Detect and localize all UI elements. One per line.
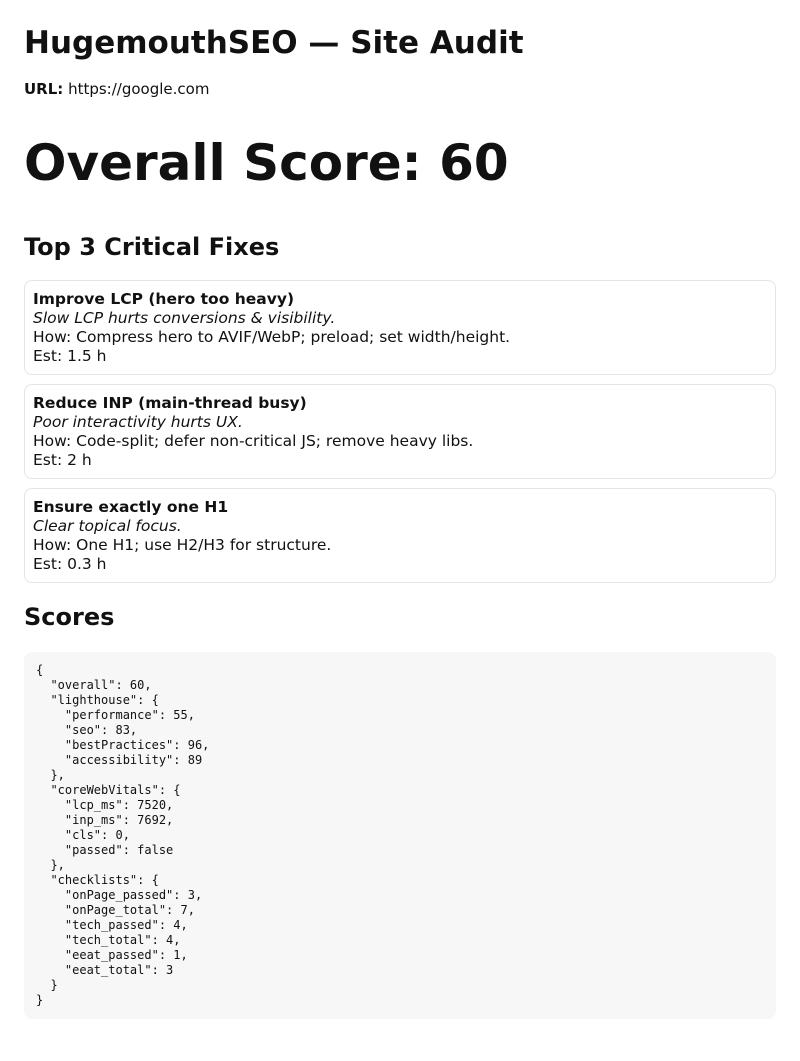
url-line: URL: https://google.com xyxy=(24,78,776,100)
fix-how: How: Compress hero to AVIF/WebP; preload… xyxy=(33,328,511,346)
url-label: URL: xyxy=(24,80,64,98)
critical-fixes-heading: Top 3 Critical Fixes xyxy=(24,233,280,261)
scores-heading: Scores xyxy=(24,603,115,631)
scores-json-block: { "overall": 60, "lighthouse": { "perfor… xyxy=(24,652,776,1019)
fix-estimate: Est: 1.5 h xyxy=(33,347,107,365)
fix-reason: Poor interactivity hurts UX. xyxy=(33,413,243,431)
url-value: https://google.com xyxy=(68,80,210,98)
page-title: HugemouthSEO — Site Audit xyxy=(24,25,524,61)
fix-how: How: Code-split; defer non-critical JS; … xyxy=(33,432,474,450)
fix-title: Reduce INP (main-thread busy) xyxy=(33,394,307,412)
fix-estimate: Est: 2 h xyxy=(33,451,92,469)
fix-card: Improve LCP (hero too heavy) Slow LCP hu… xyxy=(24,280,776,375)
fix-reason: Slow LCP hurts conversions & visibility. xyxy=(33,309,336,327)
fix-card: Ensure exactly one H1 Clear topical focu… xyxy=(24,488,776,583)
fix-card: Reduce INP (main-thread busy) Poor inter… xyxy=(24,384,776,479)
fix-title: Ensure exactly one H1 xyxy=(33,498,229,516)
overall-score: Overall Score: 60 xyxy=(24,134,509,192)
fix-title: Improve LCP (hero too heavy) xyxy=(33,290,295,308)
fix-how: How: One H1; use H2/H3 for structure. xyxy=(33,536,332,554)
fix-reason: Clear topical focus. xyxy=(33,517,182,535)
fix-estimate: Est: 0.3 h xyxy=(33,555,107,573)
audit-page: HugemouthSEO — Site Audit URL: https://g… xyxy=(0,0,800,1019)
critical-fixes-list: Improve LCP (hero too heavy) Slow LCP hu… xyxy=(24,280,776,583)
